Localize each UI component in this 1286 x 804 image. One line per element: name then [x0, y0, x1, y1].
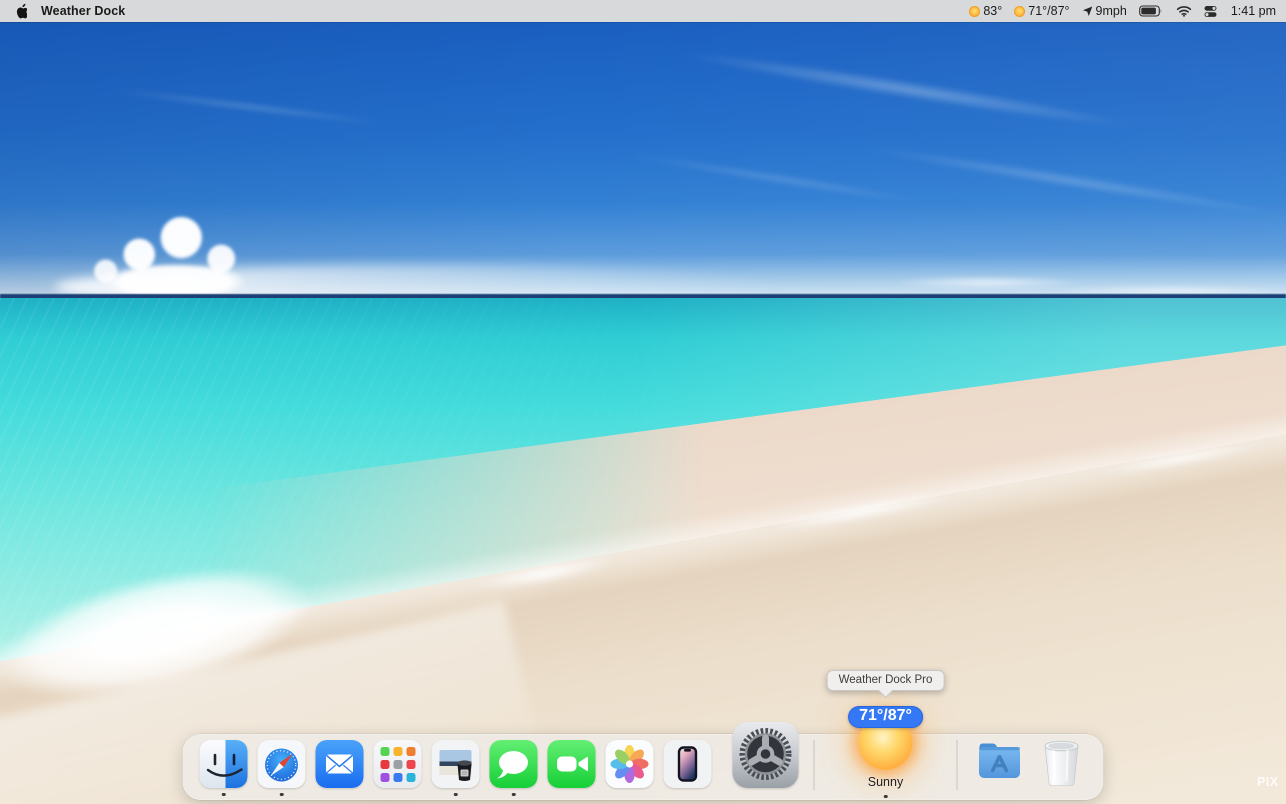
menu-bar: Weather Dock 83° 71°/87° 9mph	[0, 0, 1286, 22]
menubar-temp-current-label: 83°	[983, 4, 1002, 18]
photos-icon	[606, 740, 654, 788]
control-center[interactable]	[1204, 6, 1217, 17]
dock-item-launchpad[interactable]	[374, 740, 422, 800]
dock-item-weather-dock-pro[interactable]: Weather Dock Pro 71°/87° Sunny	[827, 716, 945, 800]
menubar-weather-current[interactable]: 83°	[969, 4, 1002, 18]
menubar-wind[interactable]: 9mph	[1082, 4, 1127, 18]
running-indicator	[884, 795, 888, 799]
dock-item-system-settings[interactable]	[733, 722, 799, 800]
desktop-wallpaper: PIX	[0, 22, 1286, 804]
system-settings-icon	[733, 722, 799, 788]
dock-item-finder[interactable]	[200, 740, 248, 800]
dock-item-messages[interactable]	[490, 740, 538, 800]
running-indicator	[222, 793, 226, 797]
wallpaper-watermark: PIX	[1257, 775, 1279, 789]
facetime-icon	[548, 740, 596, 788]
battery-icon	[1139, 5, 1164, 17]
menubar-temp-range-label: 71°/87°	[1028, 4, 1069, 18]
safari-icon	[258, 740, 306, 788]
screen: Weather Dock 83° 71°/87° 9mph	[0, 0, 1286, 804]
dock-separator	[957, 740, 958, 790]
running-indicator	[454, 793, 458, 797]
control-center-icon	[1204, 6, 1217, 17]
menubar-wind-label: 9mph	[1096, 4, 1127, 18]
active-app-menu-title[interactable]: Weather Dock	[41, 4, 125, 18]
temperature-badge: 71°/87°	[848, 706, 923, 728]
weather-condition-label: Sunny	[868, 775, 903, 789]
sun-icon	[1014, 6, 1025, 17]
launchpad-icon	[374, 740, 422, 788]
mail-icon	[316, 740, 364, 788]
dock-item-facetime[interactable]	[548, 740, 596, 800]
iphone-mirroring-icon	[664, 740, 712, 788]
dock-separator	[814, 740, 815, 790]
apple-menu-icon[interactable]	[14, 3, 27, 19]
wifi-status[interactable]	[1176, 5, 1192, 17]
trash-icon	[1037, 734, 1087, 788]
menubar-weather-range[interactable]: 71°/87°	[1014, 4, 1069, 18]
dock-item-iphone-mirroring[interactable]	[664, 740, 712, 800]
menubar-clock[interactable]: 1:41 pm	[1231, 4, 1276, 18]
battery-status[interactable]	[1139, 5, 1164, 17]
dock-item-photos[interactable]	[606, 740, 654, 800]
dock-item-safari[interactable]	[258, 740, 306, 800]
location-arrow-icon	[1082, 6, 1093, 17]
dock-item-applications-folder[interactable]	[973, 734, 1027, 800]
running-indicator	[280, 793, 284, 797]
dock-item-trash[interactable]	[1037, 734, 1087, 800]
dock-item-mail[interactable]	[316, 740, 364, 800]
running-indicator	[512, 793, 516, 797]
dock-item-preview[interactable]	[432, 740, 480, 800]
finder-icon	[200, 740, 248, 788]
dock: Weather Dock Pro 71°/87° Sunny	[183, 734, 1104, 800]
tooltip: Weather Dock Pro	[827, 670, 945, 691]
messages-icon	[490, 740, 538, 788]
wifi-icon	[1176, 5, 1192, 17]
applications-folder-icon	[973, 734, 1027, 788]
preview-icon	[432, 740, 480, 788]
sun-icon	[969, 6, 980, 17]
